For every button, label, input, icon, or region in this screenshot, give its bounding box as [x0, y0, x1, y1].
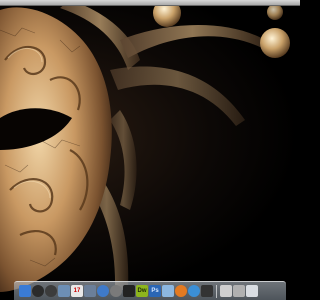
trash-icon[interactable] — [246, 285, 258, 297]
dreamweaver-icon[interactable]: Dw — [136, 285, 148, 297]
dashboard-icon[interactable] — [32, 285, 44, 297]
photoshop-icon[interactable]: Ps — [149, 285, 161, 297]
safari-icon[interactable] — [188, 285, 200, 297]
dock: 17 Dw Ps — [14, 281, 286, 300]
finder-icon[interactable] — [19, 285, 31, 297]
itunes-icon[interactable] — [97, 285, 109, 297]
firefox-icon[interactable] — [175, 285, 187, 297]
downloads-stack-icon[interactable] — [233, 285, 245, 297]
jester-horn — [110, 110, 137, 210]
bell-ornament — [260, 28, 290, 58]
terminal-icon[interactable] — [201, 285, 213, 297]
venetian-mask-wallpaper — [0, 0, 290, 292]
desktop: 17 Dw Ps — [0, 0, 300, 300]
ical-icon[interactable]: 17 — [71, 285, 83, 297]
jester-horn — [120, 25, 265, 58]
mail-icon[interactable] — [58, 285, 70, 297]
documents-stack-icon[interactable] — [220, 285, 232, 297]
dock-separator — [216, 284, 217, 298]
network-icon[interactable] — [162, 285, 174, 297]
jester-horn — [110, 66, 245, 126]
photo-booth-icon[interactable] — [123, 285, 135, 297]
menu-bar[interactable] — [0, 0, 300, 6]
bell-ornament — [267, 4, 283, 20]
system-preferences-icon[interactable] — [110, 285, 122, 297]
preview-icon[interactable] — [84, 285, 96, 297]
address-book-icon[interactable] — [45, 285, 57, 297]
